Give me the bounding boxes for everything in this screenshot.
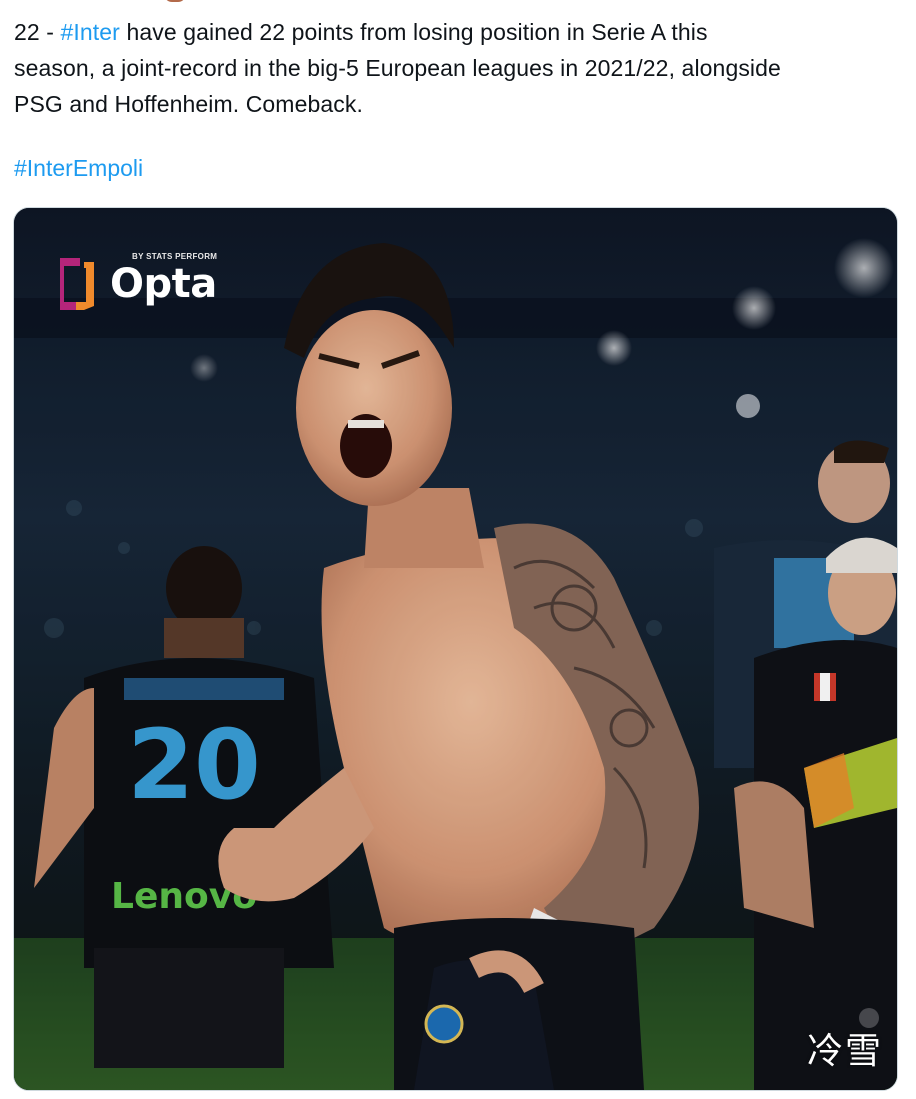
opta-subtitle: BY STATS PERFORM xyxy=(132,252,218,261)
tweet-media-photo[interactable]: 20 Lenovo Opta BY STATS PERFORM 冷雪 xyxy=(13,207,898,1091)
opta-mark-icon xyxy=(60,258,94,310)
hashtag-inter-link[interactable]: #Inter xyxy=(61,19,120,45)
tweet-text: 22 - #Inter have gained 22 points from l… xyxy=(14,14,894,122)
hashtag-interempoli-link[interactable]: #InterEmpoli xyxy=(14,155,143,181)
tweet-page: 22 - #Inter have gained 22 points from l… xyxy=(0,0,916,1099)
tweet-text-segment: 22 - xyxy=(14,19,61,45)
photo-illustration: 20 Lenovo xyxy=(14,208,897,1090)
tweet-line-3: PSG and Hoffenheim. Comeback. xyxy=(14,91,363,117)
tweet-text-segment: have gained 22 points from losing positi… xyxy=(119,19,708,45)
tweet-header-cutoff xyxy=(14,0,902,6)
tweet-line-1: 22 - #Inter have gained 22 points from l… xyxy=(14,14,894,50)
opta-wordmark: Opta xyxy=(110,261,217,307)
opta-logo: Opta xyxy=(50,254,217,314)
watermark-text: 冷雪 xyxy=(806,1031,883,1072)
emoji-icon xyxy=(164,0,186,2)
tweet-line-2: season, a joint-record in the big-5 Euro… xyxy=(14,55,781,81)
